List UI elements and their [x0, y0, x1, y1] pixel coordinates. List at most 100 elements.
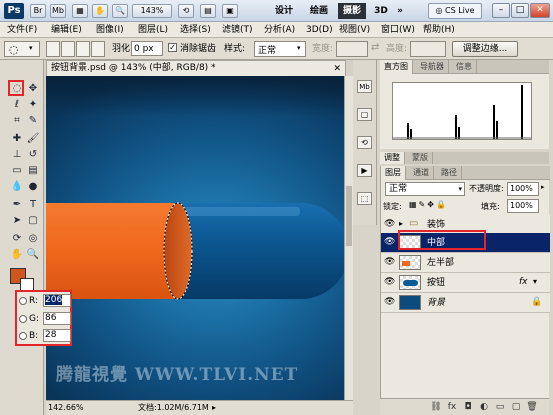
menu-file[interactable]: 文件(F): [4, 23, 40, 37]
type-tool-icon[interactable]: T: [26, 198, 40, 211]
menu-layer[interactable]: 图层(L): [135, 23, 171, 37]
workspace-3d[interactable]: 3D: [372, 3, 390, 19]
workspace-photography[interactable]: 摄影: [338, 3, 366, 19]
layer-effects-icon[interactable]: fx: [519, 277, 528, 287]
eye-icon[interactable]: 👁: [384, 238, 395, 247]
menu-filter[interactable]: 滤镜(T): [219, 23, 256, 37]
tool-preset-picker[interactable]: ◌ ▾: [4, 41, 40, 57]
blend-mode-dropdown[interactable]: 正常 ▾: [385, 182, 465, 196]
tab-info[interactable]: 信息: [452, 60, 477, 74]
actions-panel-icon[interactable]: ▶: [357, 164, 372, 177]
tab-paths[interactable]: 路径: [437, 166, 462, 180]
cs-live-button[interactable]: ◎ CS Live: [428, 3, 482, 19]
hand-tool-icon[interactable]: ✋: [10, 248, 24, 261]
refine-edge-button[interactable]: 调整边缘...: [452, 41, 518, 57]
more-workspaces-button[interactable]: »: [394, 3, 406, 19]
zoom-readout[interactable]: 142.66%: [48, 401, 84, 415]
tab-adjustments[interactable]: 调整: [380, 152, 405, 164]
add-to-selection-button[interactable]: [61, 41, 75, 57]
document-canvas[interactable]: 腾龍視覺 WWW.TLVI.NET: [46, 76, 353, 400]
3d-orbit-tool-icon[interactable]: ◎: [26, 232, 40, 245]
new-layer-icon[interactable]: ▢: [510, 401, 522, 413]
close-document-icon[interactable]: ✕: [333, 62, 341, 76]
menu-analysis[interactable]: 分析(A): [261, 23, 298, 37]
eye-icon[interactable]: 👁: [384, 298, 395, 307]
tab-layers[interactable]: 图层: [381, 166, 406, 180]
menu-view[interactable]: 视图(V): [336, 23, 373, 37]
zoom-level-dropdown[interactable]: 143%: [132, 4, 172, 18]
minimize-button[interactable]: –: [492, 3, 510, 18]
menu-window[interactable]: 窗口(W): [378, 23, 418, 37]
mini-bridge-panel-icon[interactable]: Mb: [357, 80, 372, 93]
workspace-painting[interactable]: 绘画: [305, 3, 333, 19]
subtract-from-selection-button[interactable]: [76, 41, 90, 57]
mini-bridge-button[interactable]: Mb: [50, 4, 66, 18]
adjustment-layer-icon[interactable]: ◐: [478, 401, 490, 413]
eraser-tool-icon[interactable]: ▭: [10, 164, 24, 177]
zoom-tool-button[interactable]: 🔍: [112, 4, 128, 18]
maximize-button[interactable]: □: [511, 3, 529, 18]
history-panel-icon[interactable]: ⟲: [357, 136, 372, 149]
shape-tool-icon[interactable]: ▢: [26, 214, 40, 227]
green-input[interactable]: 86: [43, 312, 71, 325]
layer-button[interactable]: 👁 按钮 fx ▾: [381, 273, 550, 293]
crop-tool-icon[interactable]: ⌗: [10, 114, 24, 127]
blur-tool-icon[interactable]: 💧: [10, 180, 24, 193]
new-group-icon[interactable]: ▭: [494, 401, 506, 413]
opacity-input[interactable]: 100%: [507, 182, 539, 196]
tool-presets-panel-icon[interactable]: ▢: [357, 108, 372, 121]
tab-masks[interactable]: 蒙版: [408, 152, 433, 164]
close-button[interactable]: ✕: [530, 3, 550, 18]
bridge-button[interactable]: Br: [30, 4, 46, 18]
rotate-view-button[interactable]: ⟲: [178, 4, 194, 18]
chevron-right-icon[interactable]: ▸: [399, 219, 403, 228]
arrange-documents-button[interactable]: ▤: [200, 4, 216, 18]
path-selection-tool-icon[interactable]: ➤: [10, 214, 24, 227]
brush-tool-icon[interactable]: 🖌: [26, 132, 40, 145]
tab-navigator[interactable]: 导航器: [416, 60, 449, 74]
style-dropdown[interactable]: 正常 ▾: [254, 41, 306, 57]
hand-tool-button[interactable]: ✋: [92, 4, 108, 18]
eyedropper-tool-icon[interactable]: ✎: [26, 114, 40, 127]
height-field[interactable]: [410, 41, 446, 57]
link-layers-icon[interactable]: ⛓: [430, 401, 442, 413]
quick-selection-tool-icon[interactable]: ✦: [26, 98, 40, 111]
tab-histogram[interactable]: 直方图: [380, 60, 413, 74]
document-tab[interactable]: 按钮背景.psd @ 143% (中部, RGB/8) * ✕: [46, 60, 346, 76]
lock-icons[interactable]: ▦✎✥🔒: [409, 200, 448, 209]
dodge-tool-icon[interactable]: ●: [26, 180, 40, 193]
spot-healing-tool-icon[interactable]: ✚: [10, 132, 24, 145]
red-radio[interactable]: [19, 297, 27, 305]
status-menu-arrow-icon[interactable]: ▸: [212, 401, 216, 415]
antialias-checkbox[interactable]: ✓: [168, 43, 177, 52]
feather-input[interactable]: [131, 41, 163, 56]
screen-mode-button[interactable]: ▣: [222, 4, 238, 18]
opacity-arrow-icon[interactable]: ▸: [541, 183, 545, 191]
lasso-tool-icon[interactable]: ℓ: [10, 98, 24, 111]
workspace-design[interactable]: 设计: [270, 3, 298, 19]
menu-image[interactable]: 图像(I): [93, 23, 127, 37]
vertical-scrollbar[interactable]: [344, 76, 353, 400]
tab-channels[interactable]: 通道: [409, 166, 434, 180]
eye-icon[interactable]: 👁: [384, 220, 395, 229]
gradient-tool-icon[interactable]: ▤: [26, 164, 40, 177]
chevron-down-icon[interactable]: ▾: [533, 277, 537, 286]
layer-background[interactable]: 👁 背景 🔒: [381, 293, 550, 313]
new-selection-button[interactable]: [46, 41, 60, 57]
swap-icon[interactable]: ⇄: [371, 42, 379, 53]
red-input[interactable]: 206: [43, 294, 71, 307]
intersect-selection-button[interactable]: [91, 41, 105, 57]
menu-edit[interactable]: 编辑(E): [48, 23, 85, 37]
eye-icon[interactable]: 👁: [384, 278, 395, 287]
clone-stamp-tool-icon[interactable]: ⊥: [10, 148, 24, 161]
3d-panel-icon[interactable]: ⬚: [357, 192, 372, 205]
pen-tool-icon[interactable]: ✒: [10, 198, 24, 211]
view-extras-button[interactable]: ▦: [72, 4, 88, 18]
3d-rotate-tool-icon[interactable]: ⟳: [10, 232, 24, 245]
scrollbar-thumb[interactable]: [346, 186, 352, 246]
move-tool-icon[interactable]: ✥: [26, 82, 40, 95]
layer-left-half[interactable]: 👁 左半部: [381, 253, 550, 273]
menu-3d[interactable]: 3D(D): [303, 23, 336, 37]
add-style-icon[interactable]: fx: [446, 401, 458, 413]
trash-icon[interactable]: 🗑: [526, 401, 538, 413]
